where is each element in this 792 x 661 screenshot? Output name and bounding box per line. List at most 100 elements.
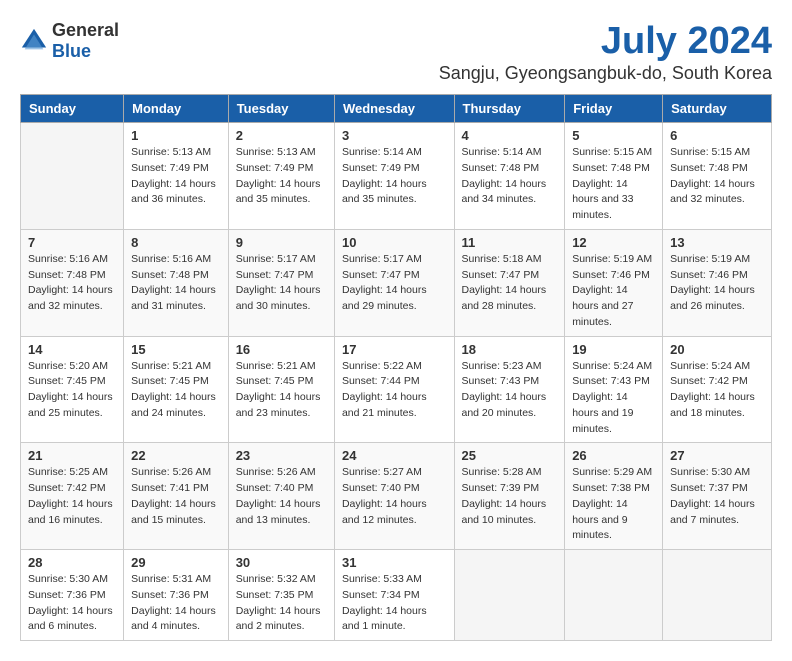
calendar-cell: 2Sunrise: 5:13 AMSunset: 7:49 PMDaylight… [228,123,334,230]
day-number: 16 [236,342,327,357]
calendar-cell: 18Sunrise: 5:23 AMSunset: 7:43 PMDayligh… [454,336,565,443]
day-number: 7 [28,235,116,250]
day-info: Sunrise: 5:20 AMSunset: 7:45 PMDaylight:… [28,359,116,422]
calendar-cell: 17 Sunrise: 5:22 AMSunset: 7:44 PMDayligh… [334,336,454,443]
day-info: Sunrise: 5:14 AMSunset: 7:49 PMDaylight:… [342,145,447,208]
column-header-tuesday: Tuesday [228,95,334,123]
day-info: Sunrise: 5:22 AMSunset: 7:44 PMDaylight:… [342,359,447,422]
day-info: Sunrise: 5:33 AMSunset: 7:34 PMDaylight:… [342,572,447,635]
day-number: 11 [462,235,558,250]
calendar-cell [663,550,772,641]
day-number: 10 [342,235,447,250]
day-number: 17 [342,342,447,357]
column-header-thursday: Thursday [454,95,565,123]
day-number: 4 [462,128,558,143]
calendar-cell: 11 Sunrise: 5:18 AMSunset: 7:47 PMDayligh… [454,229,565,336]
calendar-cell: 30 Sunrise: 5:32 AMSunset: 7:35 PMDayligh… [228,550,334,641]
calendar-cell: 27 Sunrise: 5:30 AMSunset: 7:37 PMDayligh… [663,443,772,550]
day-info: Sunrise: 5:19 AMSunset: 7:46 PMDaylight:… [670,252,764,315]
page-header: General Blue July 2024 Sangju, Gyeongsan… [20,20,772,84]
logo-text: General Blue [52,20,119,62]
day-number: 8 [131,235,221,250]
day-info: Sunrise: 5:21 AMSunset: 7:45 PMDaylight:… [236,359,327,422]
calendar-cell: 31 Sunrise: 5:33 AMSunset: 7:34 PMDayligh… [334,550,454,641]
day-number: 29 [131,555,221,570]
calendar-cell: 14 Sunrise: 5:20 AMSunset: 7:45 PMDayligh… [21,336,124,443]
day-info: Sunrise: 5:15 AMSunset: 7:48 PMDaylight:… [572,145,655,224]
day-info: Sunrise: 5:21 AMSunset: 7:45 PMDaylight:… [131,359,221,422]
day-number: 15 [131,342,221,357]
calendar-cell: 9 Sunrise: 5:17 AMSunset: 7:47 PMDaylight… [228,229,334,336]
day-info: Sunrise: 5:25 AMSunset: 7:42 PMDaylight:… [28,465,116,528]
day-info: Sunrise: 5:26 AMSunset: 7:40 PMDaylight:… [236,465,327,528]
day-info: Sunrise: 5:32 AMSunset: 7:35 PMDaylight:… [236,572,327,635]
day-number: 5 [572,128,655,143]
calendar-cell: 4 Sunrise: 5:14 AMSunset: 7:48 PMDaylight… [454,123,565,230]
day-info: Sunrise: 5:26 AMSunset: 7:41 PMDaylight:… [131,465,221,528]
logo-icon [20,27,48,55]
calendar-cell: 25Sunrise: 5:28 AMSunset: 7:39 PMDayligh… [454,443,565,550]
calendar-cell: 10 Sunrise: 5:17 AMSunset: 7:47 PMDayligh… [334,229,454,336]
calendar-cell [21,123,124,230]
calendar-cell: 22 Sunrise: 5:26 AMSunset: 7:41 PMDayligh… [124,443,229,550]
day-info: Sunrise: 5:14 AMSunset: 7:48 PMDaylight:… [462,145,558,208]
day-info: Sunrise: 5:18 AMSunset: 7:47 PMDaylight:… [462,252,558,315]
day-number: 2 [236,128,327,143]
day-number: 22 [131,448,221,463]
calendar-cell: 13 Sunrise: 5:19 AMSunset: 7:46 PMDayligh… [663,229,772,336]
day-info: Sunrise: 5:29 AMSunset: 7:38 PMDaylight:… [572,465,655,544]
column-header-wednesday: Wednesday [334,95,454,123]
week-row-1: 1Sunrise: 5:13 AMSunset: 7:49 PMDaylight… [21,123,772,230]
day-number: 19 [572,342,655,357]
title-section: July 2024 Sangju, Gyeongsangbuk-do, Sout… [439,20,772,84]
day-number: 3 [342,128,447,143]
calendar-cell: 26 Sunrise: 5:29 AMSunset: 7:38 PMDayligh… [565,443,663,550]
day-number: 20 [670,342,764,357]
week-row-5: 28Sunrise: 5:30 AMSunset: 7:36 PMDayligh… [21,550,772,641]
day-number: 25 [462,448,558,463]
day-info: Sunrise: 5:31 AMSunset: 7:36 PMDaylight:… [131,572,221,635]
day-info: Sunrise: 5:30 AMSunset: 7:37 PMDaylight:… [670,465,764,528]
subtitle: Sangju, Gyeongsangbuk-do, South Korea [439,63,772,84]
day-number: 1 [131,128,221,143]
day-info: Sunrise: 5:27 AMSunset: 7:40 PMDaylight:… [342,465,447,528]
day-info: Sunrise: 5:24 AMSunset: 7:42 PMDaylight:… [670,359,764,422]
calendar-cell: 24 Sunrise: 5:27 AMSunset: 7:40 PMDayligh… [334,443,454,550]
day-info: Sunrise: 5:24 AMSunset: 7:43 PMDaylight:… [572,359,655,438]
calendar-cell: 1Sunrise: 5:13 AMSunset: 7:49 PMDaylight… [124,123,229,230]
day-number: 18 [462,342,558,357]
day-number: 31 [342,555,447,570]
calendar-cell [454,550,565,641]
calendar-cell: 20 Sunrise: 5:24 AMSunset: 7:42 PMDayligh… [663,336,772,443]
day-number: 27 [670,448,764,463]
week-row-3: 14 Sunrise: 5:20 AMSunset: 7:45 PMDayligh… [21,336,772,443]
calendar-cell: 23 Sunrise: 5:26 AMSunset: 7:40 PMDayligh… [228,443,334,550]
day-number: 30 [236,555,327,570]
column-header-friday: Friday [565,95,663,123]
day-info: Sunrise: 5:19 AMSunset: 7:46 PMDaylight:… [572,252,655,331]
calendar-cell: 21 Sunrise: 5:25 AMSunset: 7:42 PMDayligh… [21,443,124,550]
day-info: Sunrise: 5:17 AMSunset: 7:47 PMDaylight:… [236,252,327,315]
day-number: 14 [28,342,116,357]
day-info: Sunrise: 5:30 AMSunset: 7:36 PMDaylight:… [28,572,116,635]
day-info: Sunrise: 5:15 AMSunset: 7:48 PMDaylight:… [670,145,764,208]
calendar-cell: 29 Sunrise: 5:31 AMSunset: 7:36 PMDayligh… [124,550,229,641]
day-number: 24 [342,448,447,463]
calendar-cell: 12Sunrise: 5:19 AMSunset: 7:46 PMDayligh… [565,229,663,336]
day-number: 13 [670,235,764,250]
day-number: 23 [236,448,327,463]
main-title: July 2024 [439,20,772,63]
calendar-cell: 5 Sunrise: 5:15 AMSunset: 7:48 PMDaylight… [565,123,663,230]
day-number: 21 [28,448,116,463]
logo: General Blue [20,20,119,62]
day-number: 26 [572,448,655,463]
calendar-cell: 3 Sunrise: 5:14 AMSunset: 7:49 PMDaylight… [334,123,454,230]
calendar-cell: 8Sunrise: 5:16 AMSunset: 7:48 PMDaylight… [124,229,229,336]
day-number: 6 [670,128,764,143]
day-number: 9 [236,235,327,250]
day-info: Sunrise: 5:16 AMSunset: 7:48 PMDaylight:… [28,252,116,315]
column-header-sunday: Sunday [21,95,124,123]
calendar-cell: 28Sunrise: 5:30 AMSunset: 7:36 PMDayligh… [21,550,124,641]
day-info: Sunrise: 5:17 AMSunset: 7:47 PMDaylight:… [342,252,447,315]
calendar-cell: 19 Sunrise: 5:24 AMSunset: 7:43 PMDayligh… [565,336,663,443]
